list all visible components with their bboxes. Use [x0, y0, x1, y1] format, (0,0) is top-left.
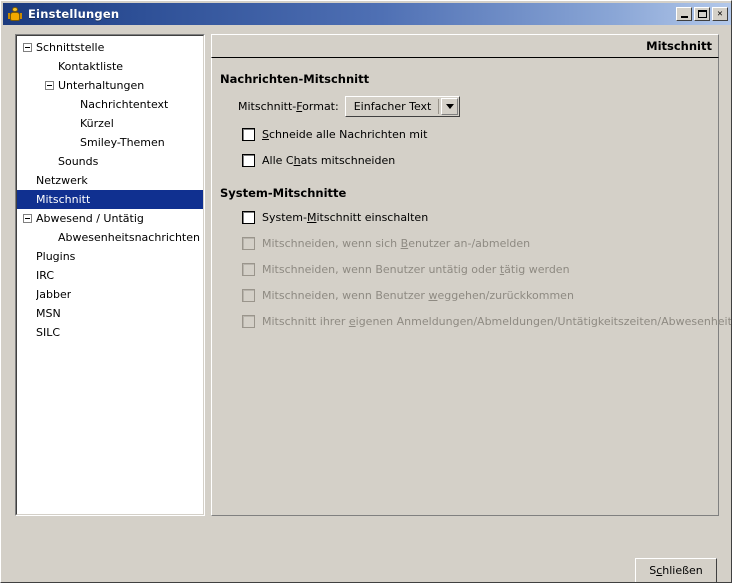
settings-category-tree[interactable]: Schnittstelle Kontaktliste Unterhaltungen N…: [15, 34, 205, 516]
section-title-system: System-Mitschnitte: [220, 186, 347, 200]
checkbox-mitschneiden-wenn-sich-benutzer-an-abmelden: Mitschneiden, wenn sich Benutzer an-/abm…: [242, 237, 731, 250]
checkbox-label: System-Mitschnitt einschalten: [262, 211, 429, 224]
sidebar-item-label: Schnittstelle: [36, 41, 105, 54]
checkbox-indicator: [242, 289, 255, 302]
sidebar-item-label: Abwesend / Untätig: [36, 212, 144, 225]
sidebar-item-unterhaltungen[interactable]: Unterhaltungen: [17, 76, 203, 95]
sidebar-item-label: SILC: [36, 326, 61, 339]
page-title: Mitschnitt: [646, 39, 712, 53]
sidebar-item-label: Netzwerk: [36, 174, 88, 187]
checkbox-label: Mitschneiden, wenn sich Benutzer an-/abm…: [262, 237, 531, 250]
checkbox-schneide-alle-nachrichten-mit[interactable]: Schneide alle Nachrichten mit: [242, 128, 460, 141]
sidebar-item-label: Unterhaltungen: [58, 79, 145, 92]
sidebar-item-k-rzel[interactable]: Kürzel: [17, 114, 203, 133]
section-system: System-Mitschnitte System-Mitschnitt ein…: [220, 186, 732, 341]
page-header: Mitschnitt: [211, 34, 719, 58]
sidebar-item-msn[interactable]: MSN: [17, 304, 203, 323]
sidebar-item-irc[interactable]: IRC: [17, 266, 203, 285]
sidebar-item-label: Kontaktliste: [58, 60, 124, 73]
window-title: Einstellungen: [28, 7, 120, 21]
close-button-label: Schließen: [649, 564, 703, 577]
sidebar-item-plugins[interactable]: Plugins: [17, 247, 203, 266]
dialog-footer: Schließen: [3, 525, 731, 582]
window-titlebar[interactable]: Einstellungen ✕: [3, 3, 731, 25]
sidebar-item-label: Nachrichtentext: [80, 98, 169, 111]
checkbox-label: Mitschneiden, wenn Benutzer weggehen/zur…: [262, 289, 574, 302]
maximize-button[interactable]: [694, 7, 710, 21]
checkbox-label: Mitschneiden, wenn Benutzer untätig oder…: [262, 263, 570, 276]
settings-page-panel: Mitschnitt Nachrichten-Mitschnitt Mitsch…: [211, 34, 731, 516]
checkbox-indicator: [242, 237, 255, 250]
sidebar-item-label: Mitschnitt: [36, 193, 91, 206]
close-button[interactable]: Schließen: [635, 558, 717, 582]
sidebar-item-kontaktliste[interactable]: Kontaktliste: [17, 57, 203, 76]
window-client-area: Schnittstelle Kontaktliste Unterhaltungen N…: [3, 27, 731, 582]
sidebar-item-label: Sounds: [58, 155, 99, 168]
checkbox-mitschnitt-ihrer-eigenen-anmeldungen-abmeldungen: Mitschnitt ihrer eigenen Anmeldungen/Abm…: [242, 315, 732, 328]
sidebar-item-mitschnitt[interactable]: Mitschnitt: [17, 190, 203, 209]
sidebar-item-label: Plugins: [36, 250, 76, 263]
sidebar-item-label: Smiley-Themen: [80, 136, 165, 149]
collapse-icon[interactable]: [23, 214, 32, 223]
sidebar-item-label: IRC: [36, 269, 55, 282]
sidebar-item-silc[interactable]: SILC: [17, 323, 203, 342]
sidebar-item-smiley-themen[interactable]: Smiley-Themen: [17, 133, 203, 152]
sidebar-item-label: Jabber: [36, 288, 72, 301]
chevron-down-icon[interactable]: [441, 98, 459, 115]
sidebar-item-nachrichtentext[interactable]: Nachrichtentext: [17, 95, 203, 114]
close-icon: ✕: [717, 8, 723, 19]
checkbox-mitschneiden-wenn-benutzer-unt-tig-oder-t-tig-we: Mitschneiden, wenn Benutzer untätig oder…: [242, 263, 731, 276]
checkbox-system-mitschnitt-einschalten[interactable]: System-Mitschnitt einschalten: [242, 211, 731, 224]
collapse-icon[interactable]: [45, 81, 54, 90]
checkbox-alle-chats-mitschneiden[interactable]: Alle Chats mitschneiden: [242, 154, 460, 167]
format-label: Mitschnitt-Format:: [238, 100, 339, 113]
sidebar-item-jabber[interactable]: Jabber: [17, 285, 203, 304]
tree-list: Schnittstelle Kontaktliste Unterhaltungen N…: [16, 35, 204, 515]
sidebar-item-netzwerk[interactable]: Netzwerk: [17, 171, 203, 190]
minimize-button[interactable]: [676, 7, 692, 21]
sidebar-item-abwesenheitsnachrichten[interactable]: Abwesenheitsnachrichten: [17, 228, 203, 247]
checkbox-label: Alle Chats mitschneiden: [262, 154, 396, 167]
log-format-value: Einfacher Text: [347, 99, 440, 114]
sidebar-item-label: MSN: [36, 307, 61, 320]
checkbox-indicator[interactable]: [242, 154, 255, 167]
section-title-messages: Nachrichten-Mitschnitt: [220, 72, 370, 86]
sidebar-item-label: Kürzel: [80, 117, 114, 130]
checkbox-label: Mitschnitt ihrer eigenen Anmeldungen/Abm…: [262, 315, 732, 328]
log-format-dropdown[interactable]: Einfacher Text: [344, 96, 461, 117]
checkbox-indicator: [242, 263, 255, 276]
preferences-window: Einstellungen ✕ Schnittstelle Kontaktlist…: [0, 0, 732, 583]
page-body: Nachrichten-Mitschnitt Mitschnitt-Format…: [211, 58, 731, 516]
sidebar-item-schnittstelle[interactable]: Schnittstelle: [17, 38, 203, 57]
close-window-button[interactable]: ✕: [712, 7, 728, 21]
sidebar-item-label: Abwesenheitsnachrichten: [58, 231, 200, 244]
buddy-person-icon: [7, 6, 23, 22]
checkbox-label: Schneide alle Nachrichten mit: [262, 128, 428, 141]
window-controls: ✕: [676, 7, 728, 21]
section-messages-checkboxes: Schneide alle Nachrichten mit Alle Chats …: [242, 128, 460, 167]
checkbox-mitschneiden-wenn-benutzer-weggehen-zur-ckkommen: Mitschneiden, wenn Benutzer weggehen/zur…: [242, 289, 731, 302]
checkbox-indicator[interactable]: [242, 211, 255, 224]
sidebar-item-sounds[interactable]: Sounds: [17, 152, 203, 171]
checkbox-indicator[interactable]: [242, 128, 255, 141]
format-field-row: Mitschnitt-Format: Einfacher Text: [238, 96, 461, 117]
collapse-icon[interactable]: [23, 43, 32, 52]
section-system-checkboxes: System-Mitschnitt einschalten Mitschneide…: [242, 211, 732, 328]
checkbox-indicator: [242, 315, 255, 328]
sidebar-item-abwesend-unt-tig[interactable]: Abwesend / Untätig: [17, 209, 203, 228]
section-messages: Nachrichten-Mitschnitt Mitschnitt-Format…: [220, 72, 461, 180]
